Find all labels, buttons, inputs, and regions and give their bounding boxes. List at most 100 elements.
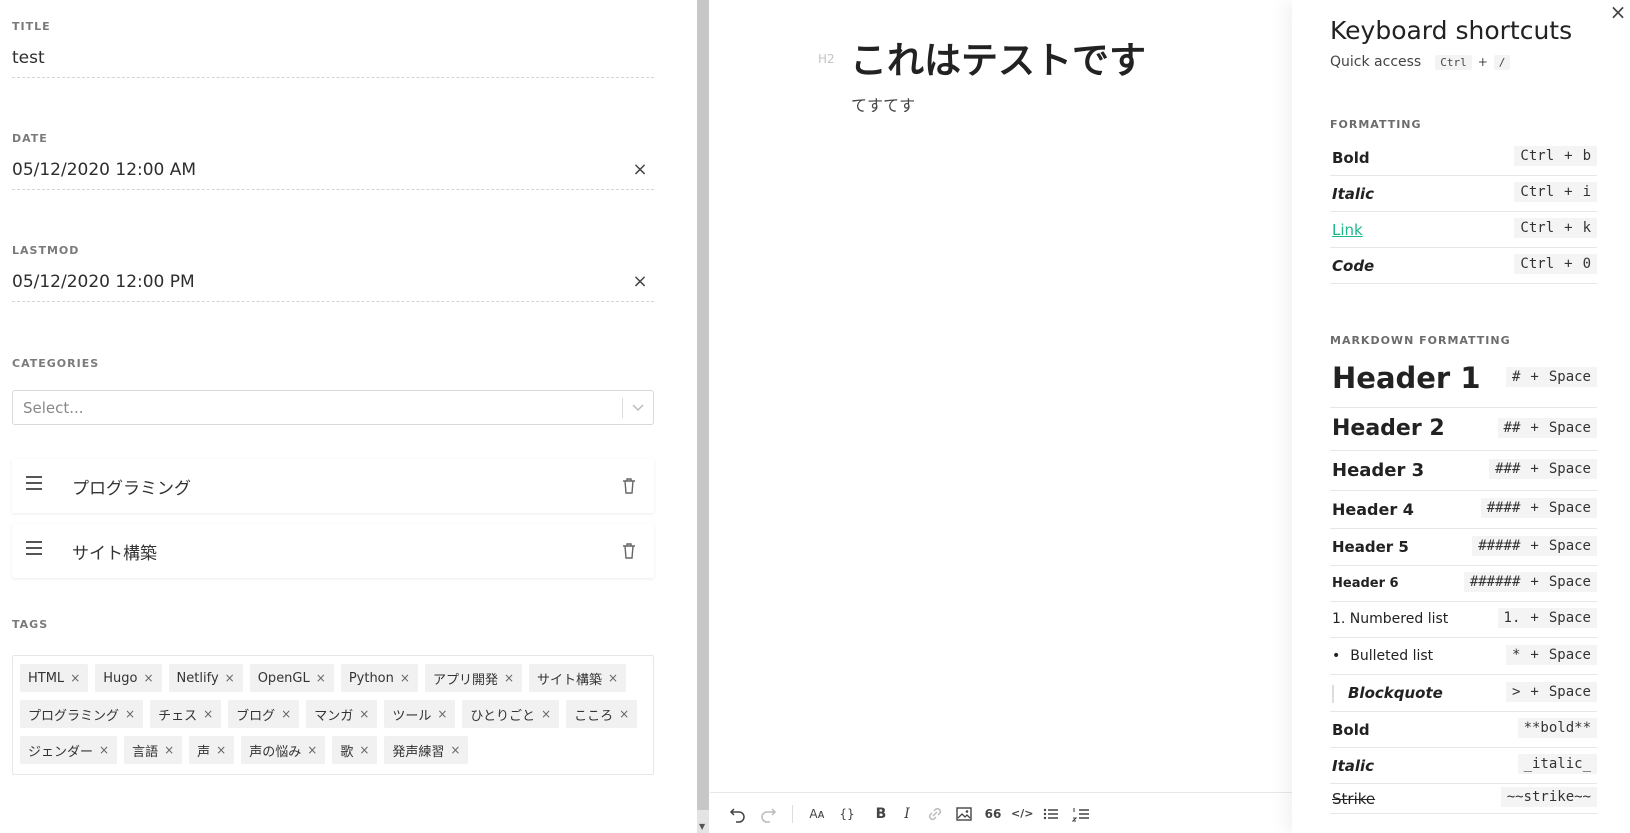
- tag-chip[interactable]: 言語 ×: [124, 736, 183, 764]
- undo-icon[interactable]: [727, 803, 749, 825]
- lastmod-clear-icon[interactable]: ×: [630, 272, 650, 292]
- tag-chip[interactable]: ツール ×: [384, 700, 456, 728]
- tag-chip[interactable]: サイト構築 ×: [529, 664, 627, 692]
- title-input[interactable]: test: [12, 40, 654, 78]
- numbered-list-icon[interactable]: [1070, 803, 1092, 825]
- category-label: サイト構築: [72, 544, 157, 564]
- tag-remove-icon[interactable]: ×: [504, 671, 514, 685]
- text-size-button[interactable]: Aᴀ: [806, 803, 828, 825]
- shortcut-key: **bold**: [1523, 720, 1591, 736]
- tag-chip[interactable]: ブログ ×: [228, 700, 300, 728]
- shortcut-name: Bold: [1332, 149, 1370, 167]
- tag-remove-icon[interactable]: ×: [216, 743, 226, 757]
- italic-button[interactable]: I: [896, 803, 918, 825]
- bold-button[interactable]: B: [870, 803, 892, 825]
- trash-icon[interactable]: [620, 476, 638, 496]
- tag-chip[interactable]: 声 ×: [189, 736, 235, 764]
- shortcut-row: Bold Ctrl + b: [1330, 140, 1597, 176]
- tag-remove-icon[interactable]: ×: [400, 671, 410, 685]
- quote-button[interactable]: 66: [982, 803, 1004, 825]
- tag-chip[interactable]: HTML ×: [20, 664, 89, 692]
- tag-remove-icon[interactable]: ×: [316, 671, 326, 685]
- date-input[interactable]: 05/12/2020 12:00 AM ×: [12, 152, 654, 190]
- tag-chip[interactable]: アプリ開発 ×: [424, 664, 523, 692]
- editor-pane[interactable]: H2 これはテストです てすてす Aᴀ {} B I 66 </>: [710, 0, 1292, 833]
- scrollbar-thumb[interactable]: [697, 0, 709, 810]
- tag-chip[interactable]: OpenGL ×: [249, 664, 334, 692]
- chevron-down-icon[interactable]: [631, 398, 645, 416]
- tag-remove-icon[interactable]: ×: [164, 743, 174, 757]
- shortcut-key: ##: [1503, 420, 1521, 436]
- shortcut-keys: Ctrl +0: [1514, 254, 1597, 274]
- shortcut-key: Space: [1548, 538, 1591, 554]
- tag-remove-icon[interactable]: ×: [99, 743, 109, 757]
- code-button[interactable]: </>: [1011, 803, 1033, 825]
- tag-chip[interactable]: チェス ×: [150, 700, 222, 728]
- shortcut-key: Space: [1548, 420, 1591, 436]
- link-icon[interactable]: [924, 803, 946, 825]
- tag-remove-icon[interactable]: ×: [70, 671, 80, 685]
- tag-label: OpenGL: [257, 670, 310, 686]
- categories-select[interactable]: Select...: [12, 390, 654, 425]
- shortcut-row: Blockquote > + Space: [1330, 675, 1597, 712]
- image-icon[interactable]: [953, 803, 975, 825]
- lastmod-input[interactable]: 05/12/2020 12:00 PM ×: [12, 264, 654, 302]
- document-paragraph[interactable]: てすてす: [851, 92, 915, 116]
- tag-chip[interactable]: ジェンダー ×: [20, 736, 118, 764]
- quick-access-key: Ctrl: [1435, 54, 1472, 70]
- shortcut-key: Space: [1548, 461, 1591, 477]
- tag-remove-icon[interactable]: ×: [307, 743, 317, 757]
- tag-remove-icon[interactable]: ×: [619, 707, 629, 721]
- tags-input[interactable]: HTML × Hugo × Netlify × OpenGL × Python × アプリ開発 × サイ…: [12, 655, 654, 775]
- tag-remove-icon[interactable]: ×: [359, 707, 369, 721]
- quick-access-label: Quick access: [1330, 54, 1422, 70]
- date-clear-icon[interactable]: ×: [630, 160, 650, 180]
- tag-chip[interactable]: Netlify ×: [168, 664, 243, 692]
- drag-handle-icon[interactable]: [26, 541, 42, 561]
- tag-chip[interactable]: 発声練習 ×: [384, 736, 469, 764]
- tag-chip[interactable]: Python ×: [340, 664, 418, 692]
- shortcut-name-text: Bold: [1332, 149, 1370, 167]
- shortcut-name: Header 5: [1332, 538, 1409, 556]
- tag-chip[interactable]: プログラミング ×: [20, 700, 144, 728]
- tag-remove-icon[interactable]: ×: [203, 707, 213, 721]
- drag-handle-icon[interactable]: [26, 476, 42, 496]
- tag-chip[interactable]: 声の悩み ×: [241, 736, 326, 764]
- shortcut-name-text: Header 3: [1332, 460, 1425, 481]
- tag-remove-icon[interactable]: ×: [450, 743, 460, 757]
- tag-chip[interactable]: Hugo ×: [95, 664, 162, 692]
- tag-remove-icon[interactable]: ×: [281, 707, 291, 721]
- shortcut-key: Space: [1548, 647, 1591, 663]
- code-block-button[interactable]: {}: [836, 803, 858, 825]
- tag-remove-icon[interactable]: ×: [541, 707, 551, 721]
- tag-remove-icon[interactable]: ×: [359, 743, 369, 757]
- tag-label: サイト構築: [537, 672, 603, 688]
- tag-chip[interactable]: ひとりごと ×: [462, 700, 560, 728]
- tag-chip[interactable]: マンガ ×: [306, 700, 378, 728]
- bulleted-list-icon[interactable]: [1040, 803, 1062, 825]
- tag-remove-icon[interactable]: ×: [125, 707, 135, 721]
- tag-remove-icon[interactable]: ×: [143, 671, 153, 685]
- tag-remove-icon[interactable]: ×: [608, 671, 618, 685]
- shortcut-row: Header 2 ## + Space: [1330, 408, 1597, 451]
- close-icon[interactable]: ×: [1608, 2, 1628, 22]
- shortcut-keys: #### + Space: [1480, 498, 1597, 518]
- shortcut-key: ######: [1469, 574, 1521, 590]
- shortcut-row: Header 1 # + Space: [1330, 350, 1597, 408]
- shortcut-row: Code Ctrl +0: [1330, 248, 1597, 284]
- shortcut-key: Ctrl: [1520, 184, 1555, 200]
- scroll-down-icon[interactable]: ▼: [699, 822, 705, 831]
- plus-sign: +: [1564, 148, 1573, 164]
- panel-scrollbar[interactable]: ▼: [697, 0, 709, 833]
- trash-icon[interactable]: [620, 541, 638, 561]
- shortcut-keys: > + Space: [1505, 682, 1597, 702]
- plus-sign: +: [1477, 55, 1488, 69]
- tag-chip[interactable]: 歌 ×: [332, 736, 378, 764]
- redo-icon[interactable]: [757, 803, 779, 825]
- shortcut-key: ####: [1486, 500, 1521, 516]
- tag-remove-icon[interactable]: ×: [225, 671, 235, 685]
- document-heading[interactable]: これはテストです: [850, 30, 1146, 84]
- tag-chip[interactable]: こころ ×: [566, 700, 638, 728]
- tag-remove-icon[interactable]: ×: [437, 707, 447, 721]
- plus-sign: +: [1530, 610, 1539, 626]
